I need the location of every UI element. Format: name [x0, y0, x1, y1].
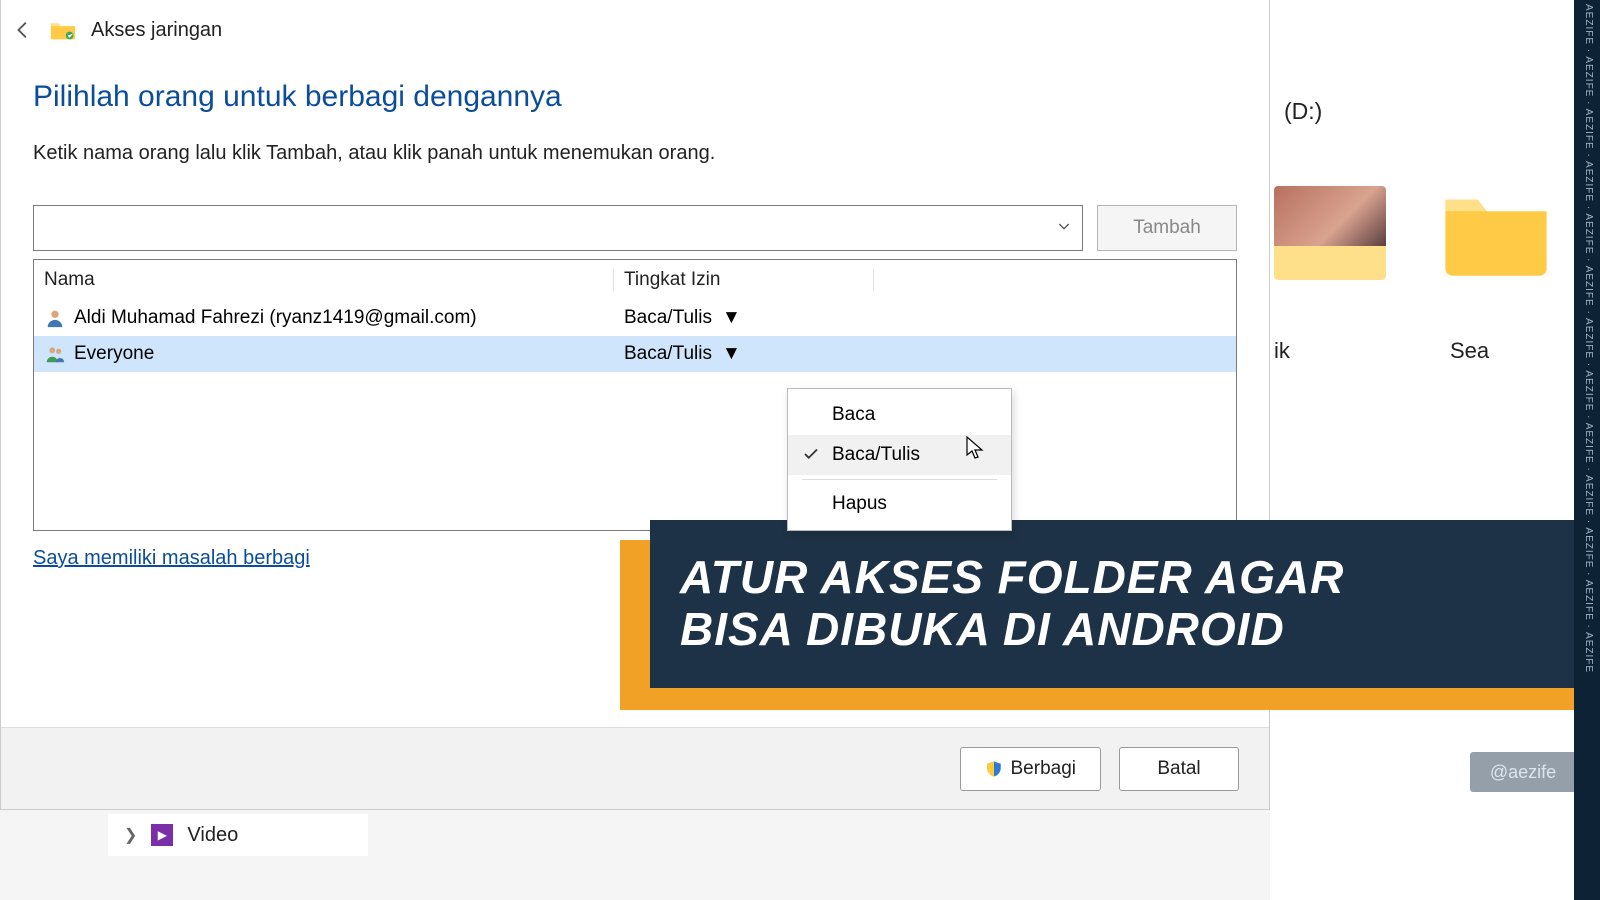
- add-button[interactable]: Tambah: [1097, 205, 1237, 251]
- folder-icon: [1440, 186, 1552, 278]
- dialog-footer: Berbagi Batal: [1, 727, 1269, 809]
- cursor-icon: [966, 436, 986, 462]
- banner-line-2: BISA DIBUKA DI ANDROID: [680, 604, 1575, 656]
- group-icon: [44, 343, 66, 365]
- folder-label-partial-2: Sea: [1450, 338, 1489, 364]
- tree-item-label: Video: [187, 824, 238, 847]
- dialog-content: Pilihlah orang untuk berbagi dengannya K…: [1, 60, 1269, 570]
- watermark-handle: @aezife: [1470, 752, 1576, 792]
- table-row[interactable]: Aldi Muhamad Fahrezi (ryanz1419@gmail.co…: [34, 300, 1236, 336]
- table-header: Nama Tingkat Izin: [34, 260, 1236, 300]
- dialog-title: Akses jaringan: [91, 19, 222, 42]
- cancel-button[interactable]: Batal: [1119, 747, 1239, 791]
- permission-cell[interactable]: Baca/Tulis ▼: [614, 307, 884, 329]
- table-row[interactable]: Everyone Baca/Tulis ▼: [34, 336, 1236, 372]
- add-person-row: Tambah: [33, 205, 1237, 251]
- menu-separator: [802, 479, 997, 480]
- page-heading: Pilihlah orang untuk berbagi dengannya: [33, 80, 1237, 114]
- banner-line-1: ATUR AKSES FOLDER AGAR: [680, 552, 1575, 604]
- menu-item-remove[interactable]: Hapus: [788, 484, 1011, 524]
- permission-value: Baca/Tulis: [624, 307, 712, 329]
- watermark-strip: AEZIFE · AEZIFE · AEZIFE · AEZIFE · AEZI…: [1574, 0, 1600, 900]
- user-name: Everyone: [74, 343, 154, 365]
- back-button[interactable]: [13, 19, 35, 41]
- chevron-right-icon: ❯: [124, 825, 137, 845]
- menu-item-read[interactable]: Baca: [788, 395, 1011, 435]
- column-name-header[interactable]: Nama: [34, 269, 614, 291]
- caption-banner: ATUR AKSES FOLDER AGAR BISA DIBUKA DI AN…: [620, 520, 1580, 710]
- column-permission-header[interactable]: Tingkat Izin: [614, 269, 874, 291]
- folder-thumbnail: [1274, 186, 1386, 280]
- user-icon: [44, 307, 66, 329]
- titlebar: Akses jaringan: [1, 0, 1269, 60]
- chevron-down-icon: [1056, 218, 1072, 239]
- instruction-text: Ketik nama orang lalu klik Tambah, atau …: [33, 142, 1237, 165]
- drive-label: (D:): [1284, 98, 1322, 125]
- folder-label-partial-1: ik: [1274, 338, 1290, 364]
- video-icon: ▶: [151, 824, 173, 846]
- banner-main: ATUR AKSES FOLDER AGAR BISA DIBUKA DI AN…: [650, 520, 1575, 688]
- permission-value: Baca/Tulis: [624, 343, 712, 365]
- tree-item-video[interactable]: ❯ ▶ Video: [108, 814, 368, 856]
- caret-down-icon: ▼: [722, 343, 741, 365]
- folder-share-icon: [49, 19, 77, 41]
- shield-icon: [985, 760, 1003, 778]
- watermark-text: AEZIFE · AEZIFE · AEZIFE · AEZIFE · AEZI…: [1583, 4, 1594, 673]
- permission-cell[interactable]: Baca/Tulis ▼: [614, 343, 884, 365]
- permissions-table: Nama Tingkat Izin Aldi Muhamad Fahrezi (…: [33, 259, 1237, 531]
- help-link[interactable]: Saya memiliki masalah berbagi: [33, 547, 310, 570]
- share-button-label: Berbagi: [1011, 758, 1077, 780]
- menu-item-label: Baca/Tulis: [832, 444, 920, 466]
- caret-down-icon: ▼: [722, 307, 741, 329]
- share-button[interactable]: Berbagi: [960, 747, 1102, 791]
- user-name: Aldi Muhamad Fahrezi (ryanz1419@gmail.co…: [74, 307, 477, 329]
- person-name-combo[interactable]: [33, 205, 1083, 251]
- check-icon: [802, 445, 820, 463]
